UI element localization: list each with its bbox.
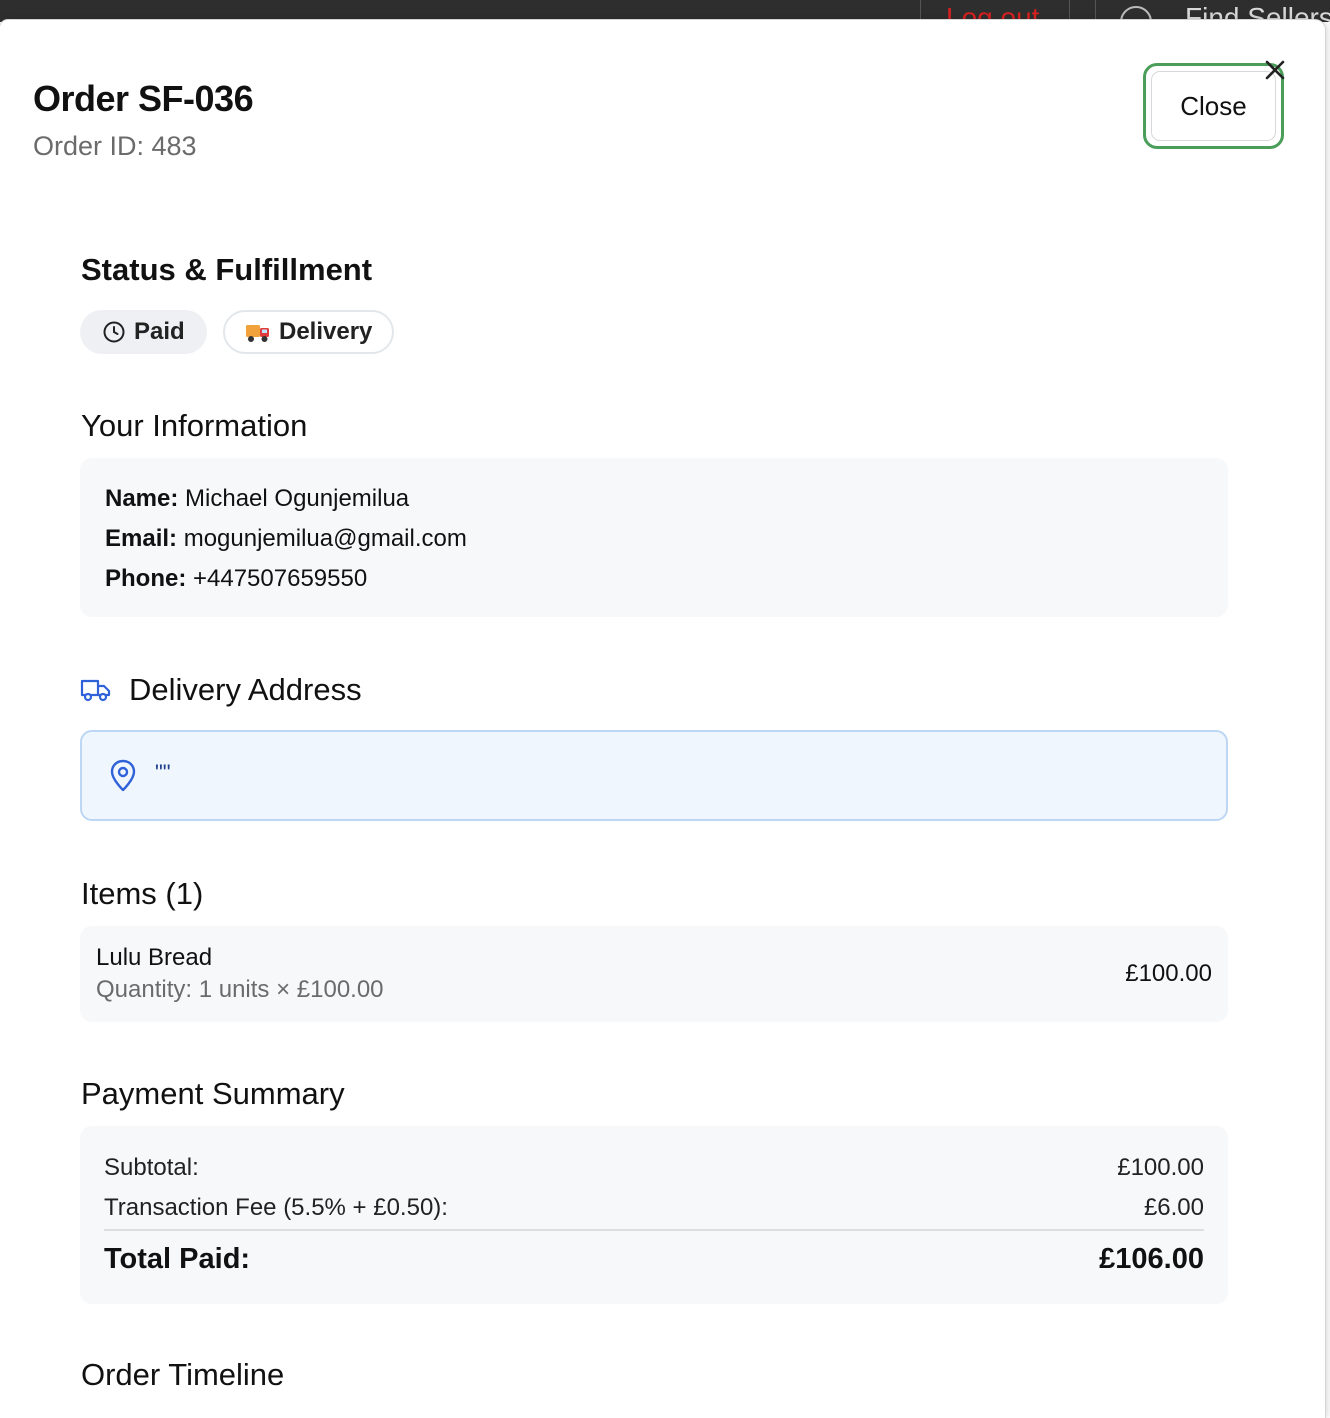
your-info-card: Name: Michael Ogunjemilua Email: mogunje… bbox=[80, 458, 1228, 617]
info-phone-row: Phone: +447507659550 bbox=[105, 565, 367, 593]
email-value: mogunjemilua@gmail.com bbox=[183, 525, 467, 552]
delivery-address-card: "" bbox=[80, 730, 1228, 821]
clock-icon bbox=[103, 321, 125, 343]
subtotal-value: £100.00 bbox=[1117, 1154, 1204, 1181]
item-card: Lulu Bread Quantity: 1 units × £100.00 £… bbox=[80, 926, 1228, 1022]
item-price: £100.00 bbox=[1125, 960, 1212, 987]
order-id: Order ID: 483 bbox=[33, 131, 197, 161]
your-info-heading: Your Information bbox=[81, 408, 308, 443]
items-heading: Items (1) bbox=[81, 876, 204, 911]
phone-label: Phone: bbox=[105, 565, 187, 592]
x-icon[interactable] bbox=[1262, 57, 1288, 83]
item-name: Lulu Bread bbox=[96, 944, 213, 971]
total-paid-label: Total Paid: bbox=[104, 1243, 251, 1275]
delivery-address-heading: Delivery Address bbox=[129, 672, 362, 707]
order-details-modal: Order SF-036 Order ID: 483 Close Status … bbox=[0, 20, 1325, 1418]
close-button[interactable]: Close bbox=[1151, 71, 1276, 141]
order-title: Order SF-036 bbox=[33, 78, 254, 119]
map-pin-icon bbox=[110, 759, 136, 792]
order-timeline-heading: Order Timeline bbox=[81, 1357, 285, 1392]
name-value: Michael Ogunjemilua bbox=[185, 485, 410, 512]
info-email-row: Email: mogunjemilua@gmail.com bbox=[105, 525, 467, 553]
header-divider bbox=[920, 0, 921, 22]
item-quantity: Quantity: 1 units × £100.00 bbox=[96, 976, 384, 1003]
fulfillment-label: Delivery bbox=[279, 318, 373, 345]
summary-divider bbox=[104, 1229, 1204, 1231]
name-label: Name: bbox=[105, 485, 179, 512]
phone-value: +447507659550 bbox=[193, 565, 368, 592]
delivery-address-text: "" bbox=[155, 760, 171, 785]
subtotal-label: Subtotal: bbox=[104, 1154, 199, 1181]
status-heading: Status & Fulfillment bbox=[81, 252, 373, 287]
payment-status-badge: Paid bbox=[80, 310, 207, 354]
total-paid-value: £106.00 bbox=[1099, 1243, 1204, 1275]
payment-status-label: Paid bbox=[134, 318, 185, 345]
payment-summary-heading: Payment Summary bbox=[81, 1076, 345, 1111]
payment-summary-card: Subtotal: £100.00 Transaction Fee (5.5% … bbox=[80, 1126, 1228, 1304]
email-label: Email: bbox=[105, 525, 178, 552]
transaction-fee-label: Transaction Fee (5.5% + £0.50): bbox=[104, 1194, 448, 1221]
truck-icon bbox=[80, 679, 111, 702]
fulfillment-badge: Delivery bbox=[223, 310, 394, 354]
header-divider bbox=[1095, 0, 1096, 22]
delivery-truck-emoji bbox=[246, 325, 269, 342]
info-name-row: Name: Michael Ogunjemilua bbox=[105, 485, 409, 513]
background-app-header: Log out Find Sellers bbox=[0, 0, 1330, 22]
transaction-fee-value: £6.00 bbox=[1143, 1194, 1204, 1221]
header-divider bbox=[1069, 0, 1070, 22]
